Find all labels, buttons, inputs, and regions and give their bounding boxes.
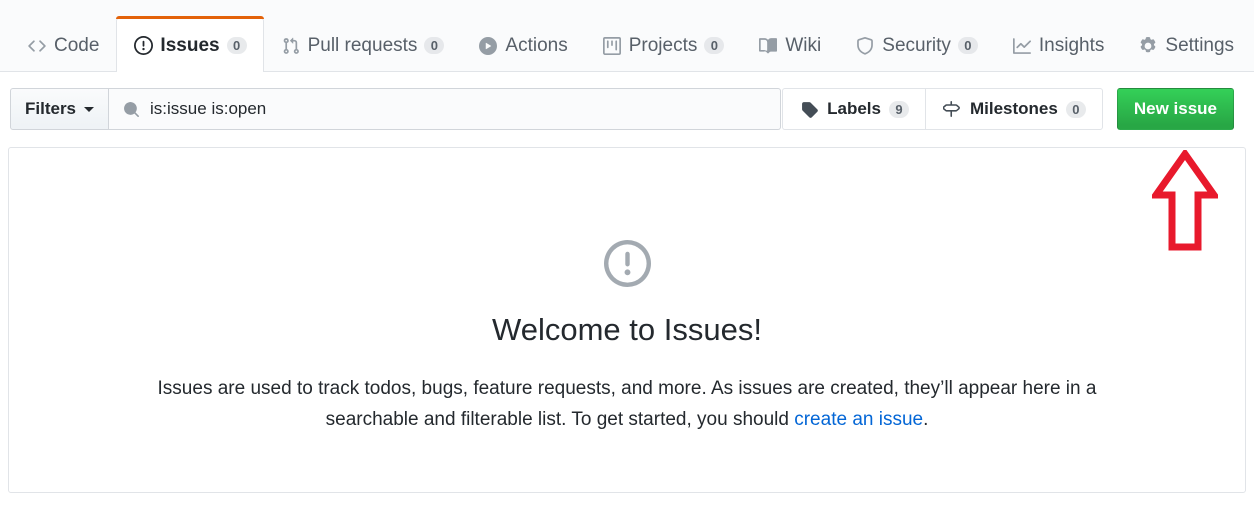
milestones-button-label: Milestones: [969, 99, 1058, 118]
git-pull-request-icon: [281, 36, 301, 56]
play-icon: [478, 36, 498, 56]
labels-button[interactable]: Labels 9: [782, 88, 925, 130]
issues-actions: Labels 9 Milestones 0 New issue: [782, 88, 1244, 130]
issue-opened-large-icon: [49, 240, 1205, 287]
filters-button-label: Filters: [25, 99, 77, 118]
search-input[interactable]: [150, 99, 769, 119]
nav-tab-counter: 0: [957, 37, 978, 54]
code-icon: [27, 36, 47, 56]
issues-list-container: Welcome to Issues! Issues are used to tr…: [0, 147, 1254, 493]
issue-opened-icon: [133, 36, 153, 56]
nav-tab-counter: 0: [424, 37, 445, 54]
tag-icon: [799, 99, 819, 119]
new-issue-button-label: New issue: [1133, 99, 1217, 118]
nav-tab-label: Issues: [160, 35, 220, 56]
nav-tab-label: Projects: [628, 35, 698, 56]
nav-tab-label: Insights: [1038, 35, 1105, 56]
blankslate-description: Issues are used to track todos, bugs, fe…: [147, 374, 1107, 435]
blankslate-description-suffix: .: [923, 408, 929, 430]
nav-tab-label: Code: [54, 35, 100, 56]
chevron-down-icon: [84, 106, 95, 112]
create-an-issue-link[interactable]: create an issue: [794, 409, 923, 430]
nav-tab-settings[interactable]: Settings: [1121, 19, 1251, 71]
book-icon: [758, 36, 778, 56]
graph-icon: [1012, 36, 1032, 56]
new-issue-button[interactable]: New issue: [1116, 88, 1234, 130]
labels-milestones-group: Labels 9 Milestones 0: [782, 88, 1103, 130]
gear-icon: [1138, 36, 1158, 56]
issues-subnav: Filters Labels 9: [0, 72, 1254, 147]
nav-tab-projects[interactable]: Projects 0: [585, 19, 742, 71]
nav-tab-security[interactable]: Security 0: [838, 19, 995, 71]
nav-tab-label: Wiki: [785, 35, 822, 56]
nav-tab-label: Security: [882, 35, 951, 56]
nav-tab-counter: 0: [226, 37, 247, 54]
repo-nav-tabs: Code Issues 0 Pull requests 0 Actions Pr…: [0, 0, 1254, 72]
nav-tab-pull-requests[interactable]: Pull requests 0: [264, 19, 462, 71]
shield-icon: [855, 36, 875, 56]
nav-tab-counter: 0: [704, 37, 725, 54]
search-icon: [121, 99, 141, 119]
nav-tab-label: Actions: [505, 35, 568, 56]
nav-tab-actions[interactable]: Actions: [461, 19, 584, 71]
milestones-counter: 0: [1065, 100, 1086, 118]
nav-tab-label: Pull requests: [307, 35, 418, 56]
labels-button-label: Labels: [827, 99, 881, 118]
nav-tab-wiki[interactable]: Wiki: [741, 19, 838, 71]
blankslate-title: Welcome to Issues!: [492, 312, 762, 347]
github-issues-page: Code Issues 0 Pull requests 0 Actions Pr…: [0, 0, 1254, 509]
nav-tab-issues[interactable]: Issues 0: [116, 16, 264, 72]
issues-search-group: Filters: [10, 88, 782, 130]
labels-counter: 9: [888, 100, 909, 118]
filters-button[interactable]: Filters: [10, 88, 110, 130]
milestones-button[interactable]: Milestones 0: [924, 88, 1103, 130]
project-board-icon: [602, 36, 622, 56]
nav-tab-code[interactable]: Code: [10, 19, 116, 71]
issues-blankslate: Welcome to Issues! Issues are used to tr…: [8, 147, 1246, 493]
search-field-wrapper[interactable]: [109, 88, 782, 130]
milestone-icon: [942, 99, 962, 119]
blankslate-description-text: Issues are used to track todos, bugs, fe…: [157, 378, 1097, 430]
nav-tab-insights[interactable]: Insights: [995, 19, 1121, 71]
nav-tab-label: Settings: [1165, 35, 1235, 56]
